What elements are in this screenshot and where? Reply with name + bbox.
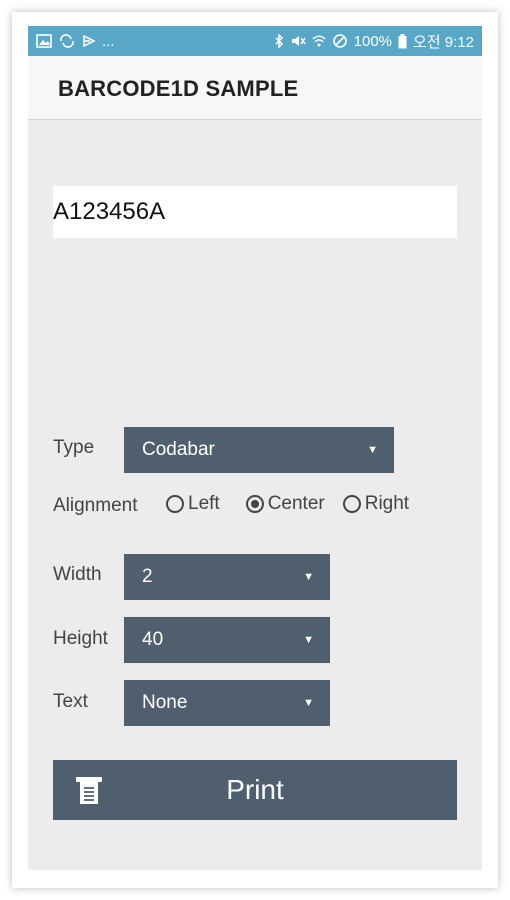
bluetooth-icon: [275, 34, 283, 48]
image-icon: [36, 34, 52, 48]
height-selected-value: 40: [142, 629, 164, 650]
width-label: Width: [53, 564, 102, 585]
width-select[interactable]: 2 ▼: [124, 554, 330, 600]
status-right: 100% 오전 9:12: [274, 31, 474, 52]
type-label: Type: [53, 437, 95, 458]
cast-icon: [83, 34, 96, 48]
height-select[interactable]: 40 ▼: [124, 617, 330, 663]
print-button[interactable]: Print: [53, 760, 457, 820]
status-clock: 오전 9:12: [413, 33, 474, 51]
text-select[interactable]: None ▼: [124, 680, 330, 726]
height-label: Height: [53, 628, 108, 649]
battery-percent: 100%: [353, 32, 393, 50]
alignment-label: Alignment: [53, 495, 138, 516]
no-signal-icon: [332, 34, 347, 48]
type-select[interactable]: Codabar ▼: [124, 427, 394, 473]
mute-icon: [291, 36, 306, 46]
alignment-center-radio[interactable]: Center: [245, 493, 325, 515]
status-bar: ... 100% 오전 9:12: [28, 26, 482, 56]
type-selected-value: Codabar: [142, 439, 215, 460]
app-bar: BARCODE1D SAMPLE: [28, 56, 482, 120]
status-left: ...: [36, 33, 115, 50]
status-ellipsis: ...: [102, 32, 115, 50]
alignment-right-label: Right: [364, 493, 410, 514]
barcode-input[interactable]: A123456A: [53, 186, 457, 238]
sync-icon: [60, 34, 74, 48]
dropdown-arrow-icon: ▼: [303, 634, 314, 646]
barcode-value: A123456A: [53, 198, 166, 225]
dropdown-arrow-icon: ▼: [303, 571, 314, 583]
radio-unchecked-icon: [342, 495, 361, 513]
alignment-left-radio[interactable]: Left: [166, 493, 220, 515]
dropdown-arrow-icon: ▼: [367, 444, 378, 456]
printer-icon: [76, 777, 102, 804]
main-content: A123456A Type Codabar ▼ Alignment Left C…: [28, 120, 482, 870]
width-selected-value: 2: [142, 566, 153, 587]
radio-checked-icon: [245, 495, 264, 513]
dropdown-arrow-icon: ▼: [303, 697, 314, 709]
alignment-left-label: Left: [188, 493, 220, 514]
alignment-center-label: Center: [267, 493, 325, 514]
radio-unchecked-icon: [166, 495, 184, 513]
alignment-radio-group: Left Center Right: [166, 493, 425, 515]
battery-icon: [398, 33, 407, 48]
print-label: Print: [226, 774, 284, 805]
alignment-right-radio[interactable]: Right: [342, 493, 410, 515]
wifi-icon: [312, 35, 326, 47]
text-label: Text: [53, 691, 88, 712]
app-title: BARCODE1D SAMPLE: [58, 76, 299, 101]
text-selected-value: None: [142, 692, 188, 713]
